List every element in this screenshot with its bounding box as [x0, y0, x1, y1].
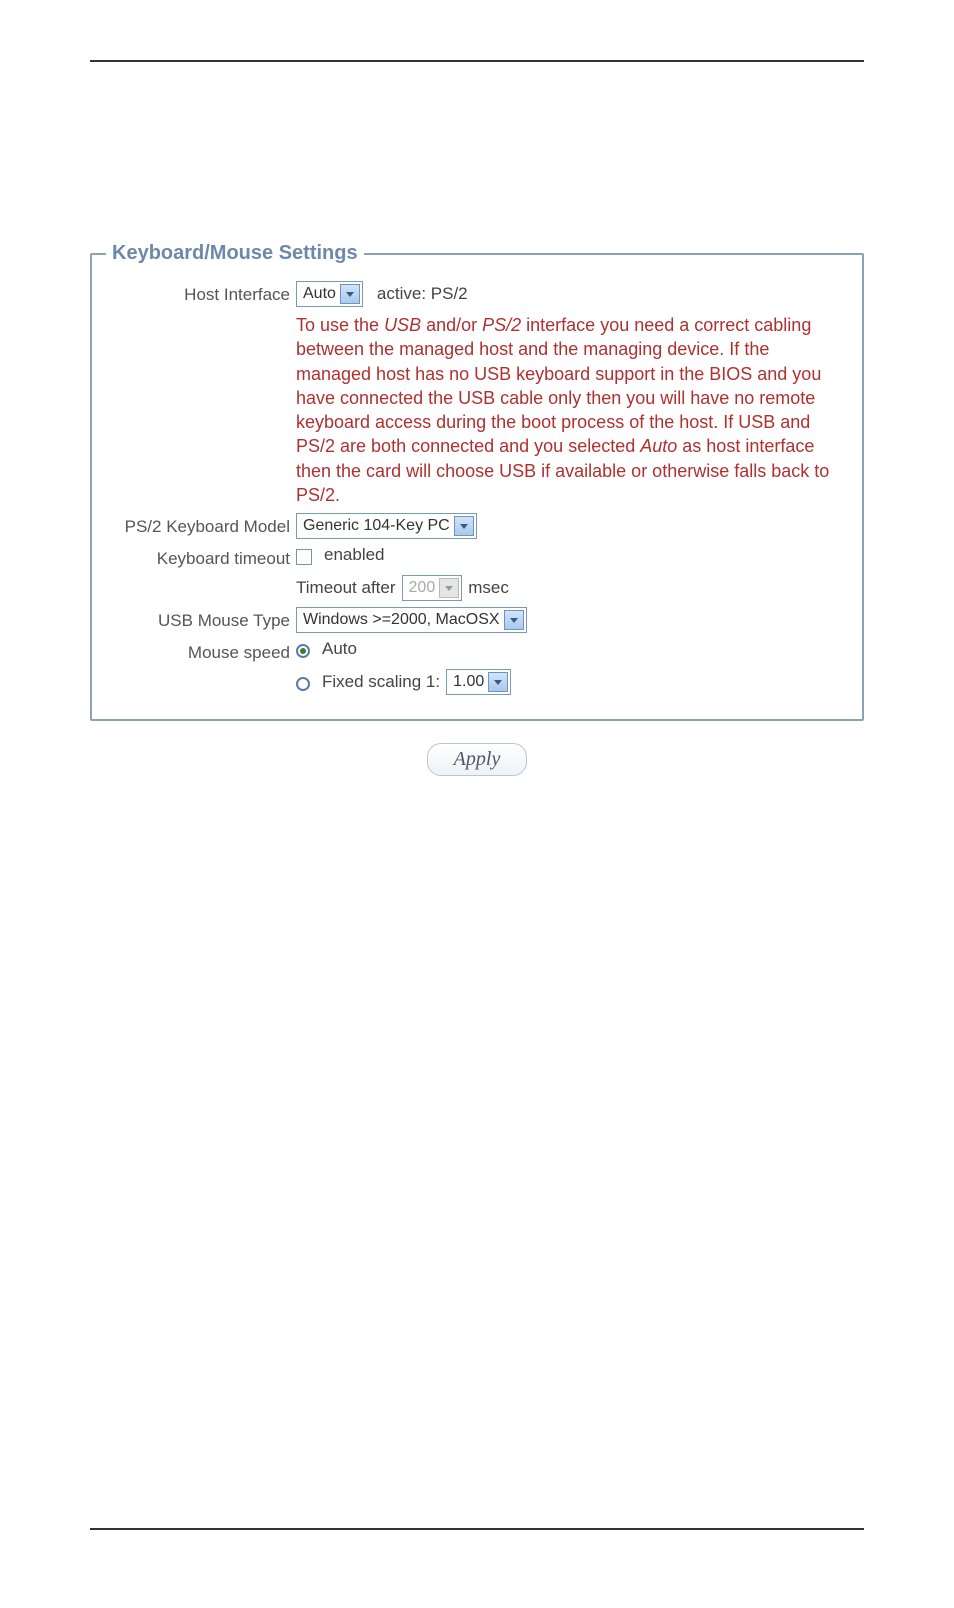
ps2-model-label: PS/2 Keyboard Model — [106, 513, 296, 537]
mouse-speed-auto-label: Auto — [322, 639, 357, 659]
chevron-down-icon — [340, 284, 360, 304]
usb-mouse-type-select[interactable]: Windows >=2000, MacOSX — [296, 607, 527, 633]
row-ps2-model: PS/2 Keyboard Model Generic 104-Key PC — [106, 513, 848, 539]
ps2-model-select-value: Generic 104-Key PC — [303, 517, 450, 535]
row-keyboard-timeout: Keyboard timeout enabled — [106, 545, 848, 569]
chevron-down-icon — [488, 672, 508, 692]
bottom-rule — [90, 1528, 864, 1530]
row-mouse-speed-auto: Mouse speed Auto — [106, 639, 848, 663]
timeout-after-select[interactable]: 200 — [402, 575, 463, 601]
timeout-after-value: 200 — [409, 579, 436, 597]
chevron-down-icon — [504, 610, 524, 630]
host-interface-active-text: active: PS/2 — [377, 284, 468, 304]
host-interface-select[interactable]: Auto — [296, 281, 363, 307]
keyboard-timeout-enabled-label: enabled — [324, 545, 385, 565]
mouse-speed-fixed-label: Fixed scaling 1: — [322, 672, 440, 692]
row-host-interface: Host Interface Auto active: PS/2 — [106, 281, 848, 307]
mouse-speed-label: Mouse speed — [106, 639, 296, 663]
warning-text: To use the USB and/or PS/2 interface you… — [296, 313, 848, 507]
mouse-speed-fixed-value: 1.00 — [453, 673, 484, 691]
document-page: Keyboard/Mouse Settings Host Interface A… — [0, 0, 954, 1608]
top-rule — [90, 60, 864, 62]
row-mouse-speed-fixed: Fixed scaling 1: 1.00 — [106, 669, 848, 695]
keyboard-timeout-checkbox[interactable] — [296, 549, 312, 565]
usb-mouse-type-select-value: Windows >=2000, MacOSX — [303, 611, 500, 629]
apply-button[interactable]: Apply — [427, 743, 528, 776]
chevron-down-icon — [454, 516, 474, 536]
mouse-speed-fixed-radio[interactable] — [296, 677, 310, 691]
timeout-after-unit: msec — [468, 578, 509, 598]
timeout-after-label: Timeout after — [296, 578, 396, 598]
keyboard-timeout-label: Keyboard timeout — [106, 545, 296, 569]
row-usb-mouse-type: USB Mouse Type Windows >=2000, MacOSX — [106, 607, 848, 633]
row-warning: To use the USB and/or PS/2 interface you… — [106, 313, 848, 507]
usb-mouse-type-label: USB Mouse Type — [106, 607, 296, 631]
fieldset-legend: Keyboard/Mouse Settings — [106, 242, 364, 265]
chevron-down-icon — [439, 578, 459, 598]
host-interface-select-value: Auto — [303, 285, 336, 303]
host-interface-label: Host Interface — [106, 281, 296, 305]
ps2-model-select[interactable]: Generic 104-Key PC — [296, 513, 477, 539]
mouse-speed-fixed-select[interactable]: 1.00 — [446, 669, 511, 695]
row-keyboard-timeout-after: Timeout after 200 msec — [106, 575, 848, 601]
keyboard-mouse-fieldset: Keyboard/Mouse Settings Host Interface A… — [90, 242, 864, 721]
apply-wrap: Apply — [90, 743, 864, 776]
mouse-speed-auto-radio[interactable] — [296, 644, 310, 658]
